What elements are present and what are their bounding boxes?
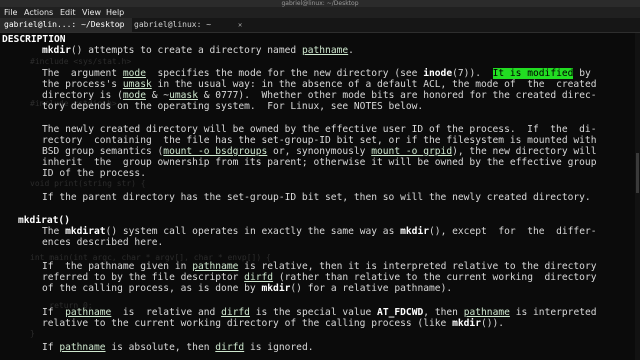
close-icon[interactable]: ✕ — [238, 18, 242, 32]
man-line: referred to by the file descriptor dirfd… — [42, 272, 597, 283]
search-highlight: It is modified — [492, 68, 574, 79]
menu-view[interactable]: View — [82, 8, 101, 17]
menu-file[interactable]: File — [4, 8, 17, 17]
tab-home[interactable]: gabriel@linux: ~ ✕ — [130, 18, 254, 32]
man-line: the process's umask in the usual way: in… — [42, 79, 597, 90]
man-line: If the parent directory has the set-grou… — [42, 192, 591, 203]
menu-bar: File Actions Edit View Help — [0, 7, 640, 18]
man-line: BSD group semantics (mount -o bsdgroups … — [42, 146, 597, 157]
menu-help[interactable]: Help — [106, 8, 124, 17]
man-line: inherit the group ownership from its par… — [42, 157, 597, 168]
man-line: If pathname is absolute, then dirfd is i… — [42, 342, 314, 353]
man-line: directory is (mode & ~umask & 0777). Whe… — [42, 90, 597, 101]
man-line: The newly created directory will be owne… — [42, 124, 597, 135]
man-line: ences described here. — [42, 237, 164, 248]
man-line: of the calling process, as is done by mk… — [42, 283, 453, 294]
man-line: If the pathname given in pathname is rel… — [42, 261, 597, 272]
close-icon[interactable]: ✕ — [118, 18, 122, 32]
ghost-code-line: void print(string str) { — [30, 179, 146, 188]
scrollbar-thumb[interactable] — [636, 153, 639, 193]
man-line: The argument mode specifies the mode for… — [42, 68, 591, 79]
section-heading: DESCRIPTION — [2, 34, 66, 45]
window-title: gabriel@linux: ~/Desktop — [0, 0, 640, 7]
terminal-output[interactable]: #include <sys/stat.h> #include <stdio.h>… — [0, 33, 640, 360]
section-heading: mkdirat() — [18, 215, 70, 226]
tab-bar: gabriel@lin...: ~/Desktop ✕ gabriel@linu… — [0, 18, 640, 33]
ghost-code-line: } — [30, 329, 35, 338]
tab-label: gabriel@linux: ~ — [134, 20, 212, 29]
ghost-code-line: #include <sys/stat.h> — [30, 57, 132, 66]
man-line: If pathname is relative and dirfd is the… — [42, 307, 597, 318]
scrollbar[interactable] — [635, 33, 640, 360]
menu-actions[interactable]: Actions — [24, 8, 53, 17]
menu-edit[interactable]: Edit — [60, 8, 76, 17]
tab-label: gabriel@lin...: ~/Desktop — [4, 20, 125, 29]
man-line: The mkdirat() system call operates in ex… — [42, 226, 597, 237]
man-line: ID of the process. — [42, 168, 146, 179]
man-line: relative to the current working director… — [42, 318, 505, 329]
man-line: mkdir() attempts to create a directory n… — [42, 45, 354, 56]
man-line: tory depends on the operating system. Fo… — [42, 101, 424, 112]
tab-desktop[interactable]: gabriel@lin...: ~/Desktop ✕ — [0, 18, 132, 32]
man-line: rectory containing the file has the set-… — [42, 135, 597, 146]
